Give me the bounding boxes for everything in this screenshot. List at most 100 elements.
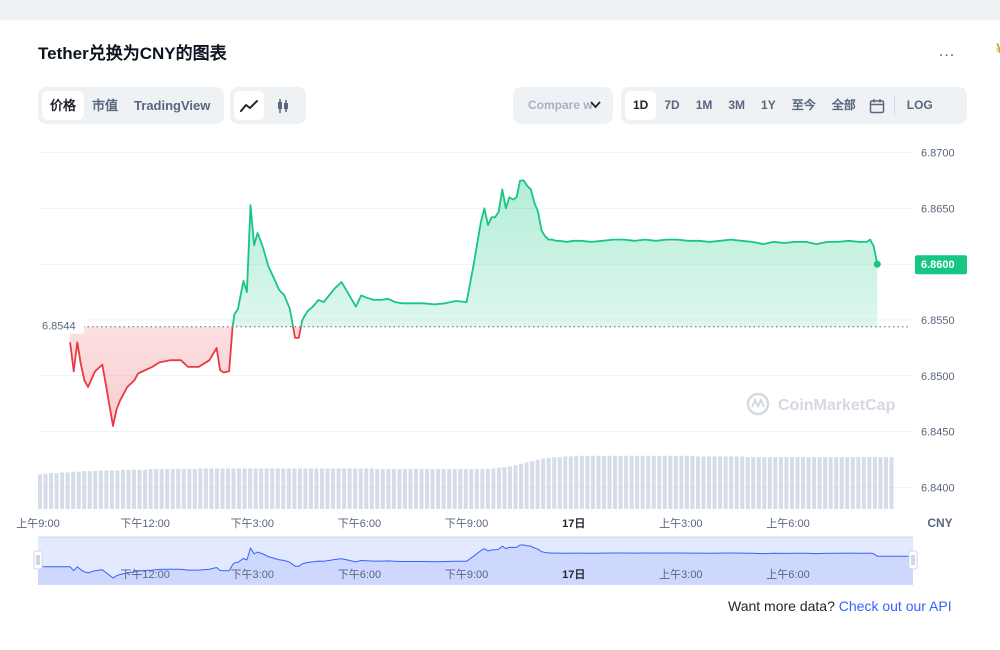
volume-bar [380, 469, 385, 509]
volume-bar [530, 461, 535, 509]
volume-bar [391, 469, 396, 509]
volume-bar [397, 469, 402, 509]
volume-bar [214, 468, 219, 509]
y-tick-label: 6.8450 [921, 427, 955, 439]
volume-bar [618, 455, 623, 509]
volume-bar [237, 468, 242, 509]
volume-bar [480, 469, 485, 509]
y-tick-label: 6.8500 [921, 371, 955, 383]
volume-bar [729, 456, 734, 509]
volume-bar [419, 469, 424, 509]
navigator-tick-label: 上午6:00 [766, 568, 809, 581]
volume-bar [115, 470, 120, 509]
volume-bars [38, 455, 894, 509]
volume-bar [364, 468, 369, 509]
volume-bar [789, 457, 794, 509]
volume-bar [828, 457, 833, 509]
volume-bar [878, 457, 883, 509]
volume-bar [154, 469, 159, 509]
volume-bar [408, 469, 413, 509]
volume-bar [76, 471, 81, 509]
volume-bar [695, 456, 700, 509]
volume-bar [502, 467, 507, 509]
volume-bar [60, 472, 65, 509]
navigator-tick-label: 上午3:00 [659, 568, 702, 581]
x-tick-label: 上午9:00 [16, 517, 59, 530]
volume-bar [308, 468, 313, 509]
volume-bar [342, 468, 347, 509]
currency-label: CNY [927, 516, 952, 530]
volume-bar [413, 469, 419, 509]
volume-bar [491, 468, 496, 509]
volume-bar [176, 469, 181, 509]
volume-bar [756, 457, 761, 509]
volume-bar [684, 455, 689, 509]
volume-bar [220, 468, 225, 509]
volume-bar [231, 468, 236, 509]
volume-bar [137, 469, 142, 509]
volume-bar [596, 455, 601, 509]
price-chart[interactable]: CoinMarketCap 6.8544 6.87006.86506.86006… [0, 0, 1000, 650]
volume-bar [861, 457, 866, 509]
volume-bar [707, 456, 712, 509]
api-prompt: Want more data? Check out our API [728, 598, 952, 614]
volume-bar [458, 469, 463, 509]
volume-bar [883, 457, 888, 509]
volume-bar [624, 455, 629, 509]
volume-bar [651, 455, 656, 509]
volume-bar [71, 471, 76, 509]
y-tick-label: 6.8700 [921, 148, 955, 160]
volume-bar [187, 469, 192, 509]
volume-bar [657, 455, 662, 509]
navigator-right-handle[interactable] [908, 550, 918, 570]
x-tick-label: 下午12:00 [120, 517, 170, 530]
volume-bar [87, 471, 92, 509]
volume-bar [690, 455, 695, 509]
volume-bar [54, 473, 59, 509]
volume-bar [535, 459, 540, 509]
volume-bar [203, 468, 208, 509]
volume-bar [806, 457, 811, 509]
x-tick-label: 上午3:00 [659, 517, 702, 530]
volume-bar [281, 468, 286, 509]
volume-bar [519, 463, 524, 509]
volume-bar [469, 469, 474, 509]
volume-bar [264, 468, 269, 509]
watermark-text: CoinMarketCap [778, 397, 896, 414]
volume-bar [496, 467, 501, 509]
volume-bar [386, 469, 391, 509]
x-tick-label: 17日 [562, 517, 585, 530]
navigator-left-handle[interactable] [33, 550, 43, 570]
y-tick-label: 6.8400 [921, 482, 955, 494]
volume-bar [839, 457, 844, 509]
volume-bar [823, 457, 828, 509]
current-price-dot [873, 260, 881, 268]
volume-bar [331, 468, 336, 509]
baseline-label: 6.8544 [42, 321, 76, 333]
volume-bar [856, 457, 861, 509]
y-axis: 6.8700 6.8650 6.8600 6.8550 6.8500 6.8450 6.84… [915, 148, 967, 494]
volume-bar [701, 456, 706, 509]
volume-bar [126, 469, 131, 509]
volume-bar [104, 470, 109, 509]
range-navigator[interactable]: 下午12:00 下午3:00 下午6:00 下午9:00 17日 上午3:00 上午6:00 [33, 536, 918, 585]
volume-bar [248, 468, 253, 509]
volume-bar [347, 468, 352, 509]
volume-bar [452, 469, 457, 509]
volume-bar [286, 468, 291, 509]
volume-bar [430, 469, 435, 509]
navigator-tick-label: 下午12:00 [120, 568, 170, 581]
volume-bar [579, 455, 584, 509]
volume-bar [635, 455, 640, 509]
api-link[interactable]: Check out our API [839, 598, 952, 614]
volume-bar [834, 457, 839, 509]
volume-bar [209, 468, 214, 509]
volume-bar [778, 457, 783, 509]
volume-bar [557, 457, 562, 509]
x-tick-label: 下午9:00 [445, 517, 488, 530]
volume-bar [889, 457, 894, 509]
volume-bar [718, 456, 723, 509]
price-area-up [232, 180, 878, 327]
volume-bar [607, 455, 612, 509]
x-axis: 上午9:00 下午12:00 下午3:00 下午6:00 下午9:00 17日 上午3:00… [16, 516, 952, 530]
